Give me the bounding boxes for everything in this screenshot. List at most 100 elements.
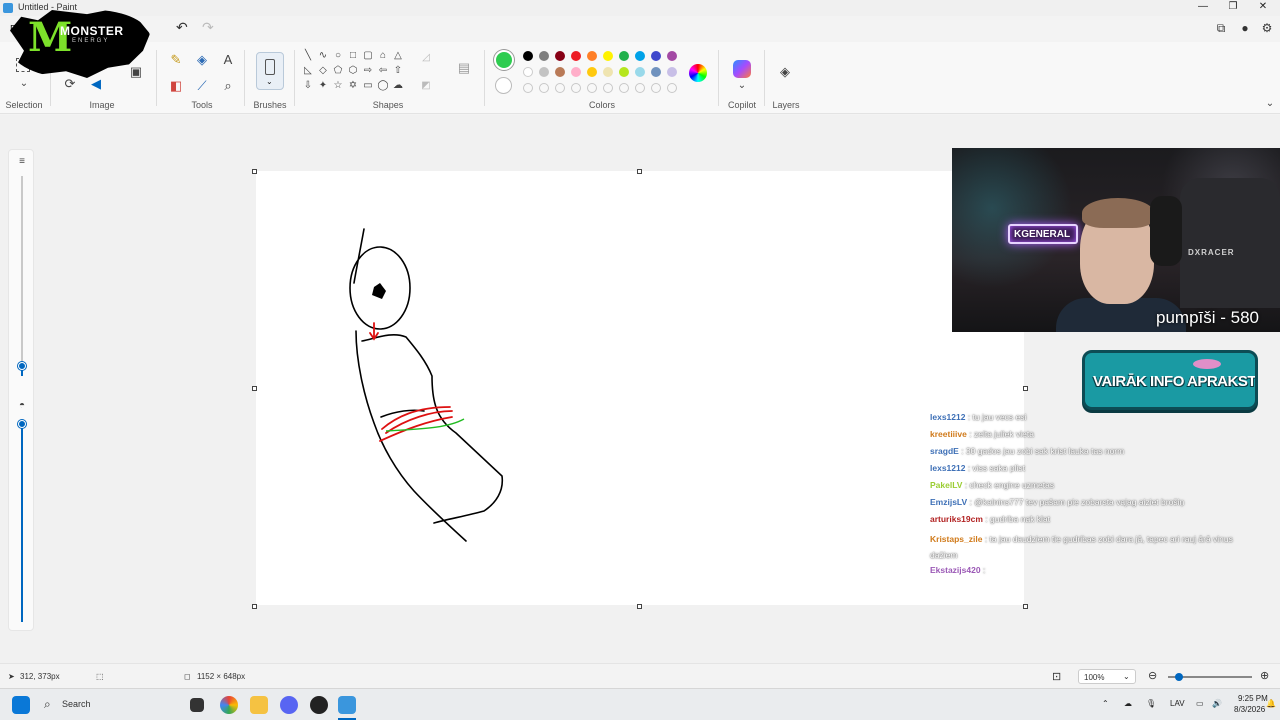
- fill-bucket-icon[interactable]: ◈: [194, 52, 210, 68]
- settings-gear-icon[interactable]: ⚙: [1258, 20, 1276, 36]
- polygon-shape-icon[interactable]: ⌂: [377, 50, 389, 62]
- keyboard-language[interactable]: LAV: [1170, 699, 1185, 708]
- shape-fill-style-icon[interactable]: ▤: [456, 60, 472, 76]
- redo-icon[interactable]: ↷: [202, 20, 216, 34]
- close-button[interactable]: ✕: [1248, 0, 1278, 14]
- brushes-button[interactable]: ⌄: [256, 52, 284, 90]
- star4-shape-icon[interactable]: ✦: [317, 80, 329, 92]
- palette-swatch[interactable]: [555, 51, 565, 61]
- custom-color-slot[interactable]: [635, 83, 645, 93]
- pencil-icon[interactable]: ✎: [168, 52, 184, 68]
- opacity-slider-fill[interactable]: [21, 424, 23, 622]
- palette-swatch[interactable]: [587, 51, 597, 61]
- right-triangle-shape-icon[interactable]: ◺: [302, 65, 314, 77]
- zoom-slider-thumb[interactable]: [1175, 673, 1183, 681]
- undo-icon[interactable]: ↶: [176, 20, 190, 34]
- size-slider-track[interactable]: [21, 176, 23, 366]
- primary-color-swatch[interactable]: [494, 50, 514, 70]
- resize-handle[interactable]: [637, 169, 642, 174]
- image-select-icon[interactable]: ▣: [128, 64, 144, 80]
- custom-color-slot[interactable]: [619, 83, 629, 93]
- clock-date[interactable]: 8/3/2026: [1234, 705, 1265, 714]
- oval-shape-icon[interactable]: ○: [332, 50, 344, 62]
- flip-icon[interactable]: ◀: [88, 76, 104, 92]
- palette-swatch[interactable]: [635, 51, 645, 61]
- edit-colors-icon[interactable]: [689, 64, 707, 82]
- chevron-down-icon[interactable]: ⌄: [736, 80, 748, 92]
- copilot-icon[interactable]: [733, 60, 751, 78]
- opacity-slider-thumb[interactable]: [18, 420, 26, 428]
- custom-color-slot[interactable]: [603, 83, 613, 93]
- share-icon[interactable]: ⧉: [1212, 20, 1230, 36]
- notification-bell-icon[interactable]: 🔔: [1266, 699, 1276, 708]
- resize-handle[interactable]: [1023, 604, 1028, 609]
- callout-oval-shape-icon[interactable]: ◯: [377, 80, 389, 92]
- diamond-shape-icon[interactable]: ◇: [317, 65, 329, 77]
- zoom-dropdown[interactable]: 100% ⌄: [1078, 669, 1136, 684]
- palette-swatch[interactable]: [635, 67, 645, 77]
- arrow-down-shape-icon[interactable]: ⇩: [302, 80, 314, 92]
- rounded-rect-shape-icon[interactable]: ▢: [362, 50, 374, 62]
- clock-time[interactable]: 9:25 PM: [1238, 694, 1268, 703]
- rotate-icon[interactable]: ⟳: [62, 76, 78, 92]
- resize-handle[interactable]: [1023, 386, 1028, 391]
- palette-swatch[interactable]: [619, 51, 629, 61]
- monitor-icon[interactable]: ▭: [1196, 699, 1204, 708]
- line-shape-icon[interactable]: ╲: [302, 50, 314, 62]
- collapse-ribbon-chevron-icon[interactable]: ⌄: [1264, 98, 1276, 110]
- resize-handle[interactable]: [637, 604, 642, 609]
- palette-swatch[interactable]: [523, 67, 533, 77]
- rectangle-shape-icon[interactable]: □: [347, 50, 359, 62]
- fit-to-window-icon[interactable]: ⊡: [1052, 670, 1061, 683]
- palette-swatch[interactable]: [667, 67, 677, 77]
- custom-color-slot[interactable]: [555, 83, 565, 93]
- taskbar-search[interactable]: ⌕ Search: [40, 695, 180, 715]
- account-icon[interactable]: ●: [1236, 20, 1254, 36]
- eraser-icon[interactable]: ◧: [168, 78, 184, 94]
- zoom-out-icon[interactable]: ⊖: [1148, 669, 1157, 682]
- layers-icon[interactable]: ◈: [777, 64, 793, 80]
- callout-rect-shape-icon[interactable]: ▭: [362, 80, 374, 92]
- outline-icon[interactable]: ◿: [420, 52, 432, 64]
- task-view-icon[interactable]: [190, 698, 204, 712]
- hexagon-shape-icon[interactable]: ⬡: [347, 65, 359, 77]
- palette-swatch[interactable]: [603, 67, 613, 77]
- windows-start-icon[interactable]: [12, 696, 30, 714]
- custom-color-slot[interactable]: [667, 83, 677, 93]
- custom-color-slot[interactable]: [571, 83, 581, 93]
- network-icon[interactable]: ☁: [1124, 699, 1132, 708]
- star6-shape-icon[interactable]: ✡: [347, 80, 359, 92]
- palette-swatch[interactable]: [667, 51, 677, 61]
- size-slider-thumb[interactable]: [18, 362, 26, 370]
- magnifier-icon[interactable]: ⌕: [220, 78, 236, 94]
- maximize-button[interactable]: ❐: [1218, 0, 1248, 14]
- secondary-color-swatch[interactable]: [495, 77, 512, 94]
- zoom-in-icon[interactable]: ⊕: [1260, 669, 1269, 682]
- text-icon[interactable]: A: [220, 52, 236, 68]
- palette-swatch[interactable]: [571, 51, 581, 61]
- palette-swatch[interactable]: [603, 51, 613, 61]
- custom-color-slot[interactable]: [539, 83, 549, 93]
- pentagon-shape-icon[interactable]: ⬠: [332, 65, 344, 77]
- palette-swatch[interactable]: [651, 67, 661, 77]
- color-picker-icon[interactable]: ⟋: [194, 78, 210, 94]
- drawing-canvas[interactable]: [256, 171, 1024, 605]
- volume-icon[interactable]: 🔊: [1212, 699, 1222, 708]
- arrow-left-shape-icon[interactable]: ⇦: [377, 65, 389, 77]
- resize-handle[interactable]: [252, 604, 257, 609]
- custom-color-slot[interactable]: [587, 83, 597, 93]
- arrow-right-shape-icon[interactable]: ⇨: [362, 65, 374, 77]
- palette-swatch[interactable]: [539, 67, 549, 77]
- callout-cloud-shape-icon[interactable]: ☁: [392, 80, 404, 92]
- resize-handle[interactable]: [252, 169, 257, 174]
- triangle-shape-icon[interactable]: △: [392, 50, 404, 62]
- chrome-icon[interactable]: [220, 696, 238, 714]
- resize-handle[interactable]: [252, 386, 257, 391]
- minimize-button[interactable]: —: [1188, 0, 1218, 14]
- palette-swatch[interactable]: [571, 67, 581, 77]
- curve-shape-icon[interactable]: ∿: [317, 50, 329, 62]
- palette-swatch[interactable]: [619, 67, 629, 77]
- paint-taskbar-icon[interactable]: [338, 696, 356, 714]
- obs-icon[interactable]: [310, 696, 328, 714]
- palette-swatch[interactable]: [539, 51, 549, 61]
